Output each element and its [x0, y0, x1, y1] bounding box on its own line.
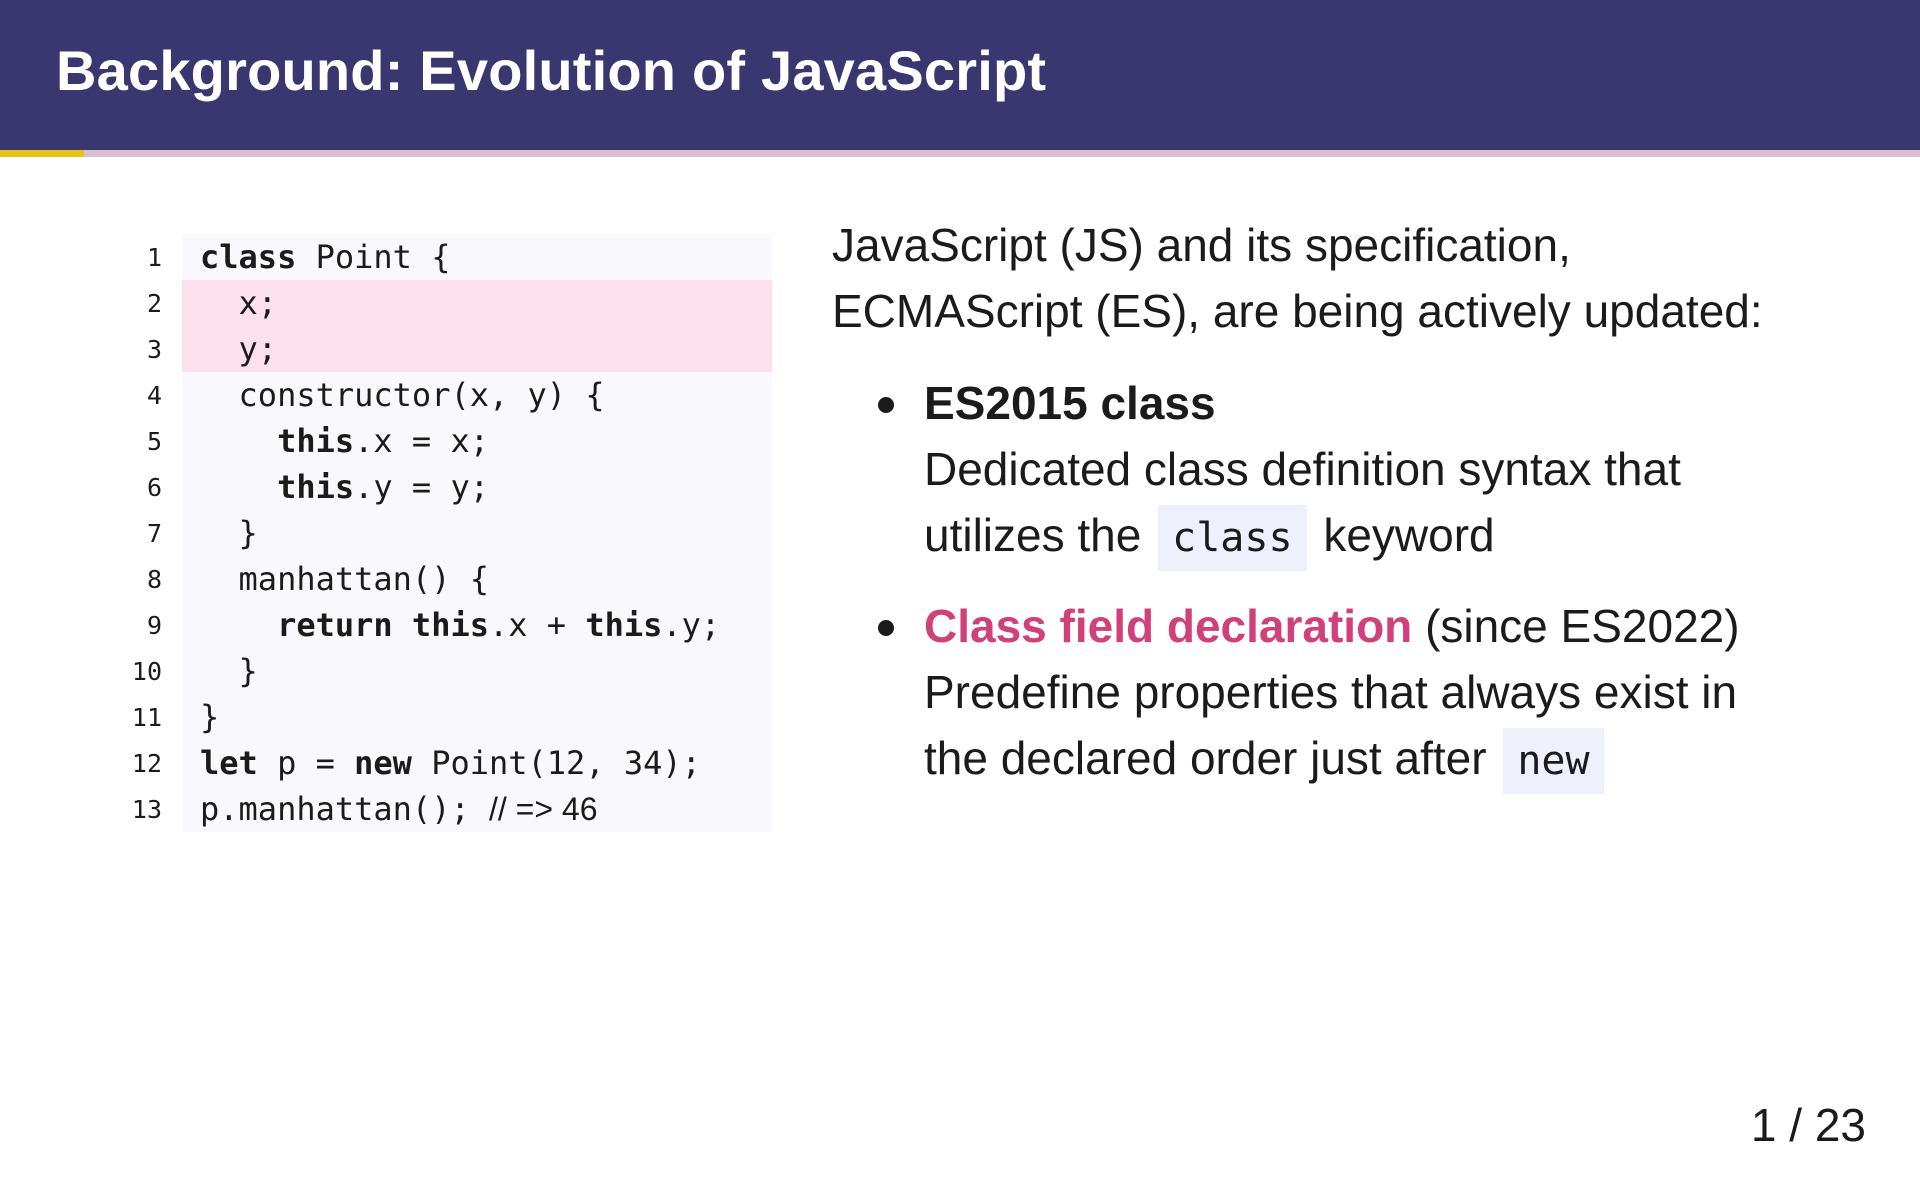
- slide-title: Background: Evolution of JavaScript: [56, 39, 1047, 102]
- line-number: 10: [131, 656, 162, 686]
- code-token: .x = x;: [354, 422, 489, 460]
- intro-text: JavaScript (JS) and its specification, E…: [832, 212, 1872, 344]
- code-text: p.manhattan(); // => 46: [182, 786, 772, 832]
- bullet-description: Predefine properties that always exist i…: [924, 659, 1872, 794]
- code-text: }: [182, 648, 772, 694]
- code-text: constructor(x, y) {: [182, 372, 772, 418]
- code-line: 5 this.x = x;: [100, 418, 772, 464]
- bullet-desc-line-1: Dedicated class definition syntax that: [924, 443, 1681, 495]
- slide-header: Background: Evolution of JavaScript: [0, 0, 1920, 150]
- code-text: return this.x + this.y;: [182, 602, 772, 648]
- code-line-highlighted: 3 y;: [100, 326, 772, 372]
- code-token: .y = y;: [354, 468, 489, 506]
- code-keyword: return: [277, 606, 393, 644]
- code-text: x;: [182, 280, 772, 326]
- code-token: x;: [200, 284, 278, 322]
- slide: Background: Evolution of JavaScript 1 cla…: [0, 0, 1920, 1200]
- code-token: Point {: [296, 238, 451, 276]
- code-line: 9 return this.x + this.y;: [100, 602, 772, 648]
- bullet-item-es2015-class: ES2015 class Dedicated class definition …: [832, 370, 1872, 571]
- code-line: 7 }: [100, 510, 772, 556]
- line-number: 8: [146, 564, 162, 594]
- line-number: 1: [146, 242, 162, 272]
- inline-code-new: new: [1503, 728, 1604, 794]
- code-text: manhattan() {: [182, 556, 772, 602]
- code-keyword: let: [200, 744, 258, 782]
- code-token: manhattan() {: [200, 560, 489, 598]
- code-text: class Point {: [182, 234, 772, 280]
- text-content: JavaScript (JS) and its specification, E…: [832, 212, 1872, 816]
- page-number: 1 / 23: [1750, 1099, 1866, 1151]
- bullet-dot-icon: [878, 397, 894, 413]
- line-number: 12: [131, 748, 162, 778]
- code-token: Point(12, 34);: [411, 744, 701, 782]
- bullet-title: ES2015 class: [924, 370, 1872, 436]
- line-number: 4: [146, 380, 162, 410]
- code-token: }: [200, 698, 220, 736]
- bullet-desc-line-1: Predefine properties that always exist i…: [924, 666, 1738, 718]
- bullet-title: Class field declaration (since ES2022): [924, 593, 1872, 659]
- bullet-description: Dedicated class definition syntax that u…: [924, 436, 1872, 571]
- code-token: p.manhattan();: [200, 790, 489, 828]
- code-text: this.y = y;: [182, 464, 772, 510]
- code-keyword: this: [411, 606, 489, 644]
- code-text: y;: [182, 326, 772, 372]
- line-number: 6: [146, 472, 162, 502]
- code-token: }: [200, 652, 258, 690]
- code-keyword: class: [200, 238, 297, 276]
- line-number: 3: [146, 334, 162, 364]
- bullet-desc-line-2-end: keyword: [1323, 509, 1495, 561]
- code-text: }: [182, 694, 772, 740]
- code-text: }: [182, 510, 772, 556]
- code-line: 1 class Point {: [100, 234, 772, 280]
- code-comment: // => 46: [488, 791, 598, 827]
- code-token: y;: [200, 330, 278, 368]
- bullet-item-class-fields: Class field declaration (since ES2022) P…: [832, 593, 1872, 794]
- code-line: 6 this.y = y;: [100, 464, 772, 510]
- code-keyword: this: [277, 468, 355, 506]
- code-keyword: this: [277, 422, 355, 460]
- progress-bar-fill: [0, 150, 84, 157]
- code-line: 8 manhattan() {: [100, 556, 772, 602]
- code-token: }: [200, 514, 258, 552]
- inline-code-class: class: [1158, 505, 1307, 571]
- line-number: 11: [131, 702, 162, 732]
- bullet-title-suffix: (since ES2022): [1425, 600, 1740, 652]
- line-number: 2: [146, 288, 162, 318]
- line-number: 9: [146, 610, 162, 640]
- code-line: 12 let p = new Point(12, 34);: [100, 740, 772, 786]
- progress-bar-track: [0, 150, 1920, 157]
- code-token: .y;: [662, 606, 721, 644]
- code-line: 4 constructor(x, y) {: [100, 372, 772, 418]
- intro-line-2: ECMAScript (ES), are being actively upda…: [832, 285, 1763, 337]
- code-line-highlighted: 2 x;: [100, 280, 772, 326]
- code-block: 1 class Point {2 x; 3 y; 4 constructor(x, y…: [100, 234, 772, 832]
- code-token: constructor(x, y) {: [200, 376, 605, 414]
- bullet-title-text: Class field declaration: [924, 600, 1413, 652]
- bullet-desc-line-2-start: the declared order just after: [924, 732, 1487, 784]
- code-keyword: this: [585, 606, 663, 644]
- line-number: 5: [146, 426, 162, 456]
- line-number: 7: [146, 518, 162, 548]
- code-token: .x +: [488, 606, 586, 644]
- code-token: p =: [257, 744, 355, 782]
- bullet-title-text: ES2015 class: [924, 377, 1216, 429]
- bullet-dot-icon: [878, 620, 894, 636]
- bullet-desc-line-2-start: utilizes the: [924, 509, 1142, 561]
- code-line: 13 p.manhattan(); // => 46: [100, 786, 772, 832]
- intro-line-1: JavaScript (JS) and its specification,: [832, 219, 1571, 271]
- code-line: 10 }: [100, 648, 772, 694]
- code-text: this.x = x;: [182, 418, 772, 464]
- code-keyword: new: [354, 744, 412, 782]
- bullet-list: ES2015 class Dedicated class definition …: [832, 370, 1872, 794]
- code-text: let p = new Point(12, 34);: [182, 740, 772, 786]
- code-line: 11}: [100, 694, 772, 740]
- line-number: 13: [131, 794, 162, 824]
